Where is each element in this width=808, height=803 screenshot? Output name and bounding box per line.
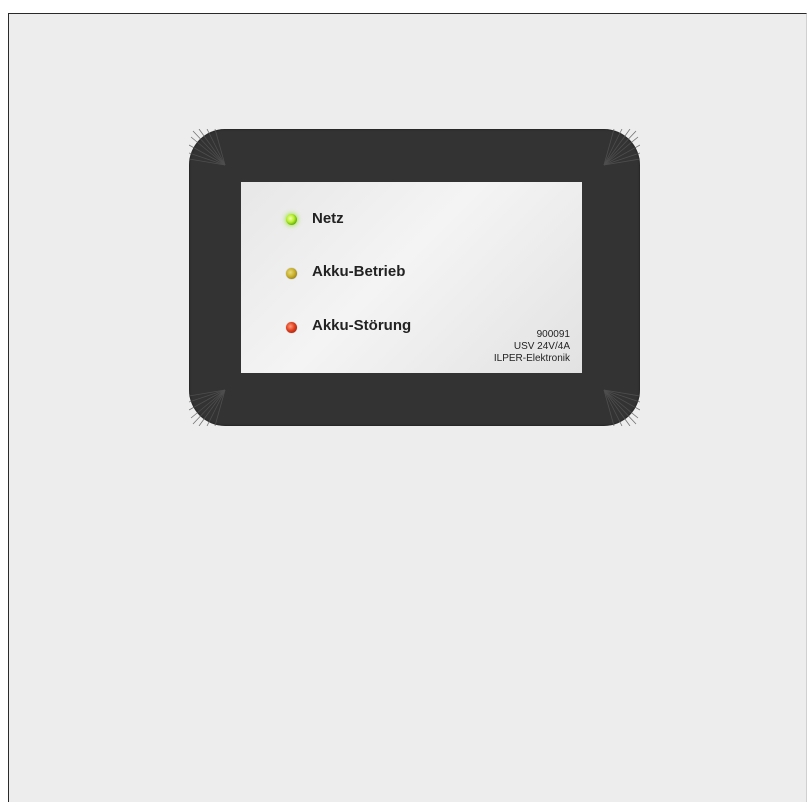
device-info: 900091 USV 24V/4A ILPER-Elektronik <box>494 329 570 365</box>
akku-betrieb-led-icon <box>286 268 297 279</box>
bezel-corner-texture <box>600 386 640 426</box>
akku-stoerung-led-icon <box>286 322 297 333</box>
akku-stoerung-label: Akku-Störung <box>312 317 412 334</box>
bezel-corner-texture <box>189 129 229 169</box>
product-code: 900091 <box>536 329 570 340</box>
netz-led-icon <box>286 214 297 225</box>
manufacturer-name: ILPER-Elektronik <box>493 353 570 364</box>
bezel-corner-texture <box>189 386 229 426</box>
model-name: USV 24V/4A <box>513 341 570 352</box>
netz-label: Netz <box>312 210 344 227</box>
akku-betrieb-label: Akku-Betrieb <box>312 263 406 280</box>
status-label-plate: Netz Akku-Betrieb Akku-Störung 900091 US… <box>241 182 582 373</box>
bezel-corner-texture <box>600 129 640 169</box>
